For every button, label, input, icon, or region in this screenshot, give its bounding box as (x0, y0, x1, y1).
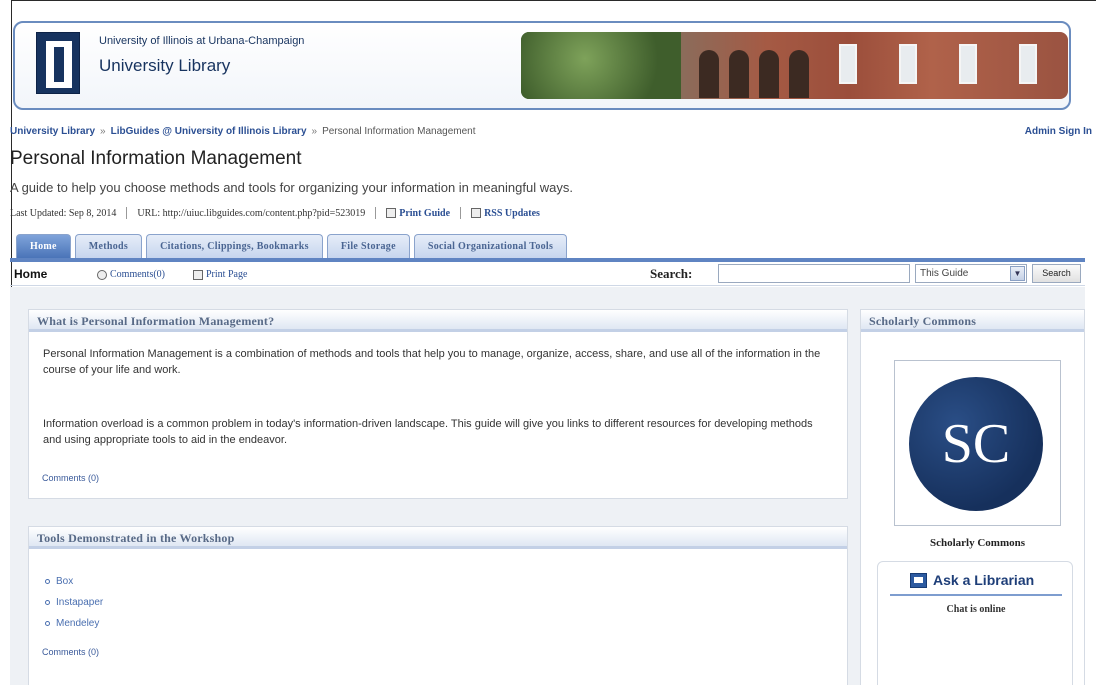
box-title: Tools Demonstrated in the Workshop (29, 527, 847, 549)
search-label: Search: (650, 266, 693, 281)
scholarly-commons-logo-card[interactable]: SC (894, 360, 1061, 526)
search-input[interactable] (718, 264, 910, 283)
bullet-icon (45, 579, 50, 584)
site-header-banner: University of Illinois at Urbana-Champai… (13, 21, 1071, 110)
comment-icon (97, 269, 107, 280)
chat-status: Chat is online (946, 604, 1006, 615)
university-logo-icon[interactable] (36, 32, 80, 94)
search-scope-select[interactable]: This Guide ▼ (915, 264, 1027, 283)
page-title: Personal Information Management (10, 148, 302, 169)
print-page-link[interactable]: Print Page (193, 269, 247, 280)
page-toolbar: Home Comments(0) Print Page Search: This… (10, 262, 1085, 286)
breadcrumb-current: Personal Information Management (322, 126, 476, 137)
ask-a-librarian-widget: Ask a Librarian Chat is online (877, 561, 1073, 685)
admin-sign-in-link[interactable]: Admin Sign In (1025, 126, 1092, 137)
scholarly-commons-caption: Scholarly Commons (929, 537, 1026, 549)
library-building-photo (521, 32, 1068, 99)
chevron-down-icon[interactable]: ▼ (1010, 266, 1025, 281)
tab-home[interactable]: Home (16, 234, 71, 258)
tab-file-storage[interactable]: File Storage (326, 234, 410, 258)
breadcrumb-university-library[interactable]: University Library (10, 126, 95, 137)
last-updated: Last Updated: Sep 8, 2014 (10, 207, 117, 219)
tab-social-tools[interactable]: Social Organizational Tools (413, 234, 568, 258)
chat-icon (910, 572, 927, 588)
breadcrumb-libguides[interactable]: LibGuides @ University of Illinois Libra… (111, 126, 307, 137)
scholarly-commons-logo-icon: SC (909, 377, 1043, 511)
page-description: A guide to help you choose methods and t… (10, 180, 573, 195)
search-button[interactable]: Search (1032, 264, 1081, 283)
rss-icon (471, 208, 482, 218)
printer-icon (386, 208, 397, 218)
bullet-icon (45, 621, 50, 626)
box-paragraph: Information overload is a common problem… (43, 418, 813, 446)
printer-icon (193, 269, 203, 280)
comments-link[interactable]: Comments (0) (42, 647, 99, 657)
tab-methods[interactable]: Methods (74, 234, 143, 258)
list-item[interactable]: Instapaper (45, 592, 103, 613)
tools-box: Tools Demonstrated in the Workshop Box I… (28, 526, 848, 685)
tool-list: Box Instapaper Mendeley (45, 571, 103, 634)
what-is-pim-box: What is Personal Information Management?… (28, 309, 848, 499)
list-item[interactable]: Mendeley (45, 613, 103, 634)
bullet-icon (45, 600, 50, 605)
university-name: University of Illinois at Urbana-Champai… (99, 35, 305, 47)
guide-tabs: Home Methods Citations, Clippings, Bookm… (16, 234, 568, 258)
guide-url: URL: http://uiuc.libguides.com/content.p… (137, 207, 366, 219)
print-guide-link[interactable]: Print Guide (386, 208, 450, 219)
library-name[interactable]: University Library (99, 56, 230, 76)
current-page-label: Home (14, 267, 48, 281)
box-paragraph: Personal Information Management is a com… (43, 348, 821, 376)
guide-meta: Last Updated: Sep 8, 2014 URL: http://ui… (10, 207, 540, 219)
rss-updates-link[interactable]: RSS Updates (471, 208, 540, 219)
box-title: What is Personal Information Management? (29, 310, 847, 332)
comments-link[interactable]: Comments (0) (42, 473, 99, 483)
tab-citations[interactable]: Citations, Clippings, Bookmarks (146, 234, 323, 258)
breadcrumb: University Library» LibGuides @ Universit… (10, 126, 476, 137)
box-title: Scholarly Commons (861, 310, 1084, 332)
list-item[interactable]: Box (45, 571, 103, 592)
comments-link[interactable]: Comments(0) (97, 269, 165, 280)
divider (890, 594, 1062, 596)
ask-a-librarian-link[interactable]: Ask a Librarian (910, 572, 1034, 588)
